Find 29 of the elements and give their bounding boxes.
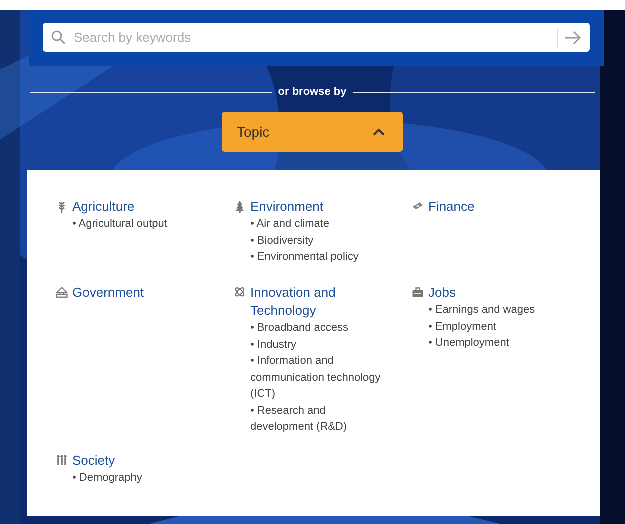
people-icon <box>54 454 68 468</box>
subtopic-link[interactable]: • Biodiversity <box>250 232 390 249</box>
arrow-right-icon[interactable] <box>564 30 582 44</box>
subtopic-link[interactable]: • Demography <box>72 470 212 486</box>
topic-link[interactable]: Jobs <box>428 284 568 302</box>
topic-dropdown[interactable]: Topic <box>222 112 403 152</box>
topic-link[interactable]: Environment <box>250 198 390 216</box>
subtopic-link[interactable]: • Air and climate <box>250 216 390 232</box>
subtopic-link[interactable]: • Environmental policy <box>250 249 390 266</box>
subtopic-link[interactable]: • Information and communication technology (ICT) <box>250 353 390 402</box>
search-input[interactable]: Search by keywords <box>72 29 551 46</box>
building-icon <box>54 286 68 300</box>
divider-label: or browse by <box>278 86 347 98</box>
subtopic-link[interactable]: • Research and development (R&D) <box>250 402 390 436</box>
topic-link[interactable]: Finance <box>428 198 568 216</box>
briefcase-icon <box>410 286 424 300</box>
subtopic-link[interactable]: • Unemployment <box>428 335 568 352</box>
subtopic-link[interactable]: • Broadband access <box>250 320 390 336</box>
subtopic-link[interactable]: • Agricultural output <box>72 216 212 232</box>
topic-link[interactable]: Agriculture <box>72 198 212 216</box>
subtopic-link[interactable]: • Earnings and wages <box>428 302 568 318</box>
search-field[interactable]: Search by keywords <box>43 23 590 52</box>
subtopic-link[interactable]: • Employment <box>428 318 568 335</box>
search-icon <box>51 30 66 45</box>
subtopic-link[interactable]: • Industry <box>250 336 390 353</box>
chevron-icon <box>373 128 385 136</box>
topic-link[interactable]: Government <box>72 284 212 302</box>
topic-link[interactable]: Society <box>72 452 212 470</box>
topic-link[interactable]: Innovation and Technology <box>250 284 390 320</box>
